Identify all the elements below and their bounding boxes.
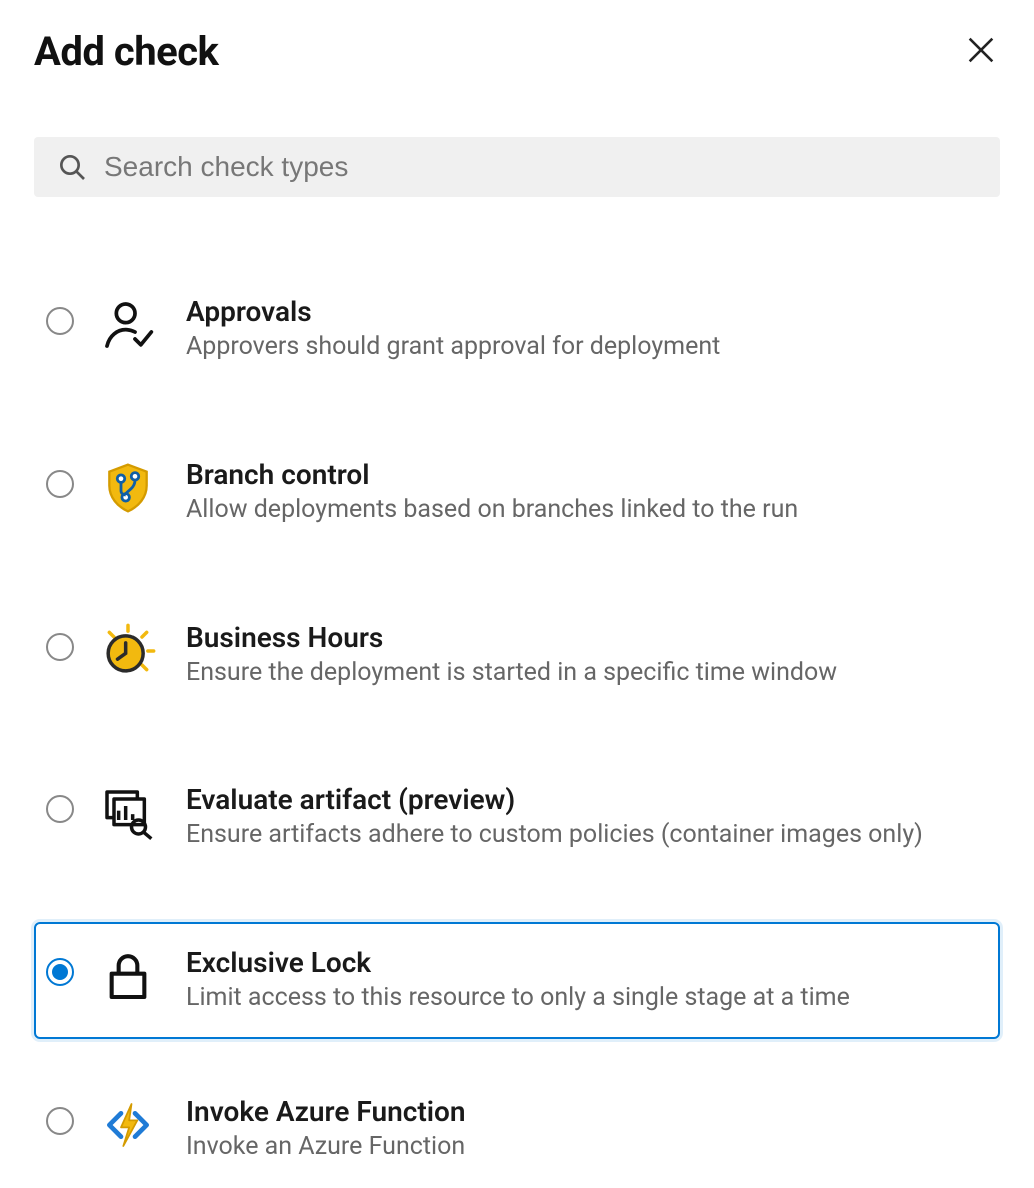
artifact-search-icon — [100, 785, 156, 841]
check-item-title: Evaluate artifact (preview) — [186, 783, 984, 816]
check-type-list: Approvals Approvers should grant approva… — [34, 271, 1000, 1188]
check-item-text: Invoke Azure Function Invoke an Azure Fu… — [186, 1095, 984, 1164]
person-check-icon — [100, 297, 156, 353]
azure-function-icon — [100, 1097, 156, 1153]
check-item-title: Invoke Azure Function — [186, 1095, 984, 1128]
check-item-desc: Ensure the deployment is started in a sp… — [186, 656, 984, 690]
radio-button[interactable] — [46, 307, 74, 335]
check-item-title: Exclusive Lock — [186, 946, 984, 979]
dialog-header: Add check — [34, 28, 1000, 75]
close-icon — [964, 33, 998, 70]
check-item-invoke-azure-function[interactable]: Invoke Azure Function Invoke an Azure Fu… — [34, 1071, 1000, 1188]
check-item-desc: Approvers should grant approval for depl… — [186, 330, 984, 364]
check-item-evaluate-artifact[interactable]: Evaluate artifact (preview) Ensure artif… — [34, 759, 1000, 876]
check-item-text: Branch control Allow deployments based o… — [186, 458, 984, 527]
check-item-text: Exclusive Lock Limit access to this reso… — [186, 946, 984, 1015]
check-item-title: Branch control — [186, 458, 984, 491]
radio-button[interactable] — [46, 795, 74, 823]
lock-icon — [100, 948, 156, 1004]
check-item-desc: Allow deployments based on branches link… — [186, 493, 984, 527]
close-button[interactable] — [962, 33, 1000, 71]
check-item-desc: Ensure artifacts adhere to custom polici… — [186, 818, 984, 852]
check-item-text: Approvals Approvers should grant approva… — [186, 295, 984, 364]
search-box[interactable] — [34, 137, 1000, 197]
radio-button[interactable] — [46, 958, 74, 986]
search-icon — [56, 151, 88, 183]
check-item-exclusive-lock[interactable]: Exclusive Lock Limit access to this reso… — [34, 922, 1000, 1039]
check-item-text: Evaluate artifact (preview) Ensure artif… — [186, 783, 984, 852]
check-item-desc: Invoke an Azure Function — [186, 1130, 984, 1164]
check-item-desc: Limit access to this resource to only a … — [186, 981, 984, 1015]
radio-button[interactable] — [46, 633, 74, 661]
check-item-business-hours[interactable]: Business Hours Ensure the deployment is … — [34, 597, 1000, 714]
dialog-title: Add check — [34, 28, 218, 75]
search-input[interactable] — [104, 151, 978, 183]
check-item-text: Business Hours Ensure the deployment is … — [186, 621, 984, 690]
branch-shield-icon — [100, 460, 156, 516]
check-item-branch-control[interactable]: Branch control Allow deployments based o… — [34, 434, 1000, 551]
check-item-title: Business Hours — [186, 621, 984, 654]
clock-sun-icon — [100, 623, 156, 679]
radio-button[interactable] — [46, 1107, 74, 1135]
check-item-approvals[interactable]: Approvals Approvers should grant approva… — [34, 271, 1000, 388]
radio-button[interactable] — [46, 470, 74, 498]
check-item-title: Approvals — [186, 295, 984, 328]
